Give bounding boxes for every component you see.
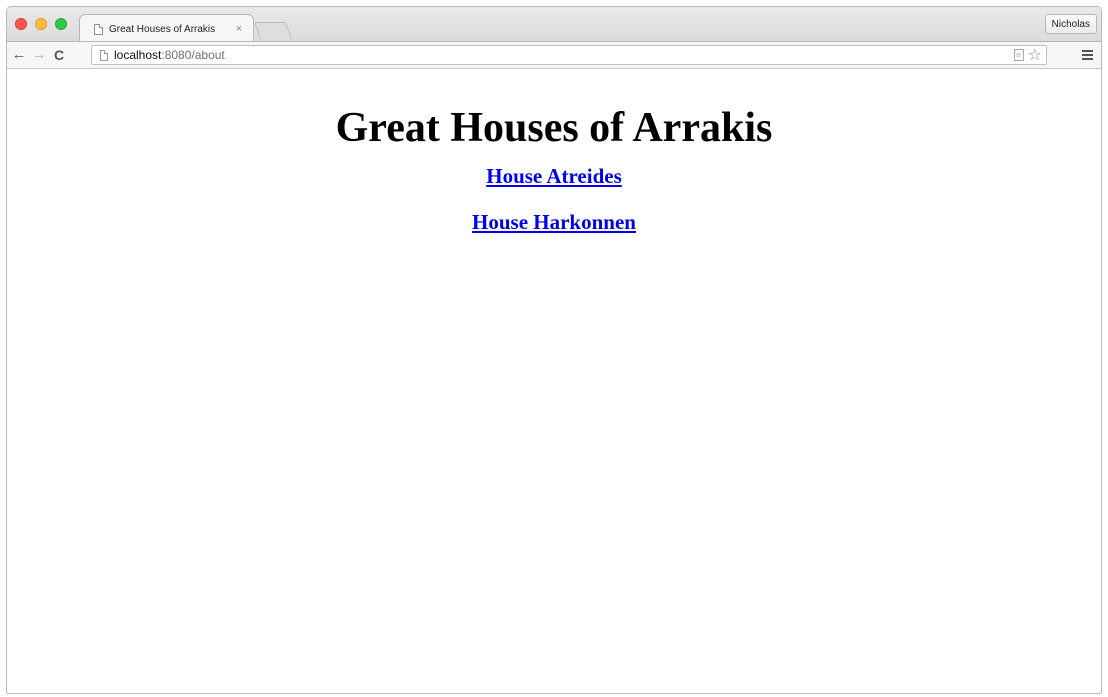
zoom-window-button[interactable] [55, 18, 67, 30]
house-atreides-link[interactable]: House Atreides [486, 164, 622, 189]
tab-active[interactable]: Great Houses of Arrakis × [79, 14, 254, 41]
address-bar[interactable]: localhost:8080/about ≡ ☆ [91, 45, 1047, 65]
browser-window: Great Houses of Arrakis × Nicholas ← → C… [6, 6, 1102, 694]
page-icon [94, 23, 103, 35]
minimize-window-button[interactable] [35, 18, 47, 30]
back-arrow-icon[interactable]: ← [11, 45, 27, 65]
page-title: Great Houses of Arrakis [335, 105, 773, 151]
star-icon[interactable]: ☆ [1028, 47, 1042, 63]
url-path: :8080/about [161, 48, 225, 62]
profile-name: Nicholas [1051, 18, 1090, 30]
new-tab-button[interactable] [253, 22, 293, 39]
menu-icon[interactable] [1082, 50, 1093, 60]
close-window-button[interactable] [15, 18, 27, 30]
profile-button[interactable]: Nicholas [1044, 14, 1097, 34]
house-harkonnen-link[interactable]: House Harkonnen [472, 210, 636, 235]
reader-mode-icon[interactable]: ≡ [1013, 49, 1024, 61]
page-content: Great Houses of Arrakis House Atreides H… [7, 69, 1101, 693]
tab-title: Great Houses of Arrakis [109, 23, 216, 35]
tab-strip: Great Houses of Arrakis × Nicholas [7, 7, 1101, 41]
page-icon [100, 49, 108, 61]
url-text[interactable]: localhost:8080/about [114, 48, 225, 62]
toolbar: ← → C localhost:8080/about ≡ ☆ [7, 41, 1101, 69]
url-host: localhost [114, 48, 162, 62]
reload-icon[interactable]: C [51, 45, 67, 65]
forward-arrow-icon[interactable]: → [31, 45, 47, 65]
close-icon[interactable]: × [233, 23, 245, 35]
